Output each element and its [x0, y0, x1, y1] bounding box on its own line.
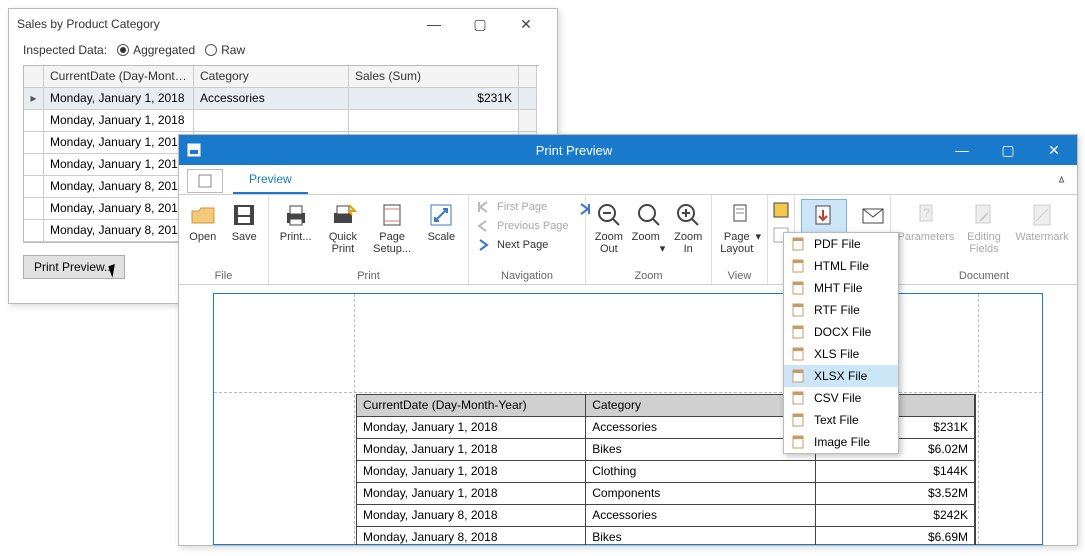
scroll-head	[519, 66, 537, 88]
next-page-button[interactable]: Next Page	[475, 237, 579, 253]
first-page-button[interactable]: First Page	[475, 199, 579, 215]
close-button[interactable]: ✕	[503, 9, 549, 39]
collapse-ribbon-icon[interactable]: ㅿ	[1056, 171, 1067, 188]
ribbon-app-menu[interactable]	[187, 169, 223, 193]
col-date[interactable]: CurrentDate (Day-Month...	[44, 66, 194, 88]
pv-close-button[interactable]: ✕	[1031, 135, 1077, 165]
maximize-button[interactable]: ▢	[457, 9, 503, 39]
inspected-data-row: Inspected Data: Aggregated Raw	[9, 39, 557, 65]
radio-aggregated[interactable]: Aggregated	[117, 43, 195, 57]
previous-page-button[interactable]: Previous Page	[475, 218, 579, 234]
app-icon	[179, 142, 209, 158]
minimize-button[interactable]: —	[411, 9, 457, 39]
export-menu-item[interactable]: CSV File	[784, 387, 898, 409]
group-print: Print... Quick Print Page Setup... Scale…	[269, 195, 469, 284]
preview-title: Print Preview	[209, 143, 939, 158]
group-zoom: Zoom Out Zoom▾ Zoom In Zoom	[586, 195, 712, 284]
file-icon	[792, 369, 806, 383]
file-icon	[792, 237, 806, 251]
preview-table-row: Monday, January 8, 2018Accessories$242K	[357, 505, 975, 527]
grid-row[interactable]: Monday, January 1, 2018	[24, 110, 539, 132]
export-menu-item[interactable]: XLS File	[784, 343, 898, 365]
ribbon: ㅿ Open Save File Print...	[179, 195, 1077, 285]
group-document: ? Parameters Editing Fields Watermark Do…	[891, 195, 1077, 284]
print-preview-window: Print Preview — ▢ ✕ Preview ㅿ Open Save	[178, 134, 1078, 546]
export-menu-item[interactable]: RTF File	[784, 299, 898, 321]
export-menu-item[interactable]: Text File	[784, 409, 898, 431]
group-file: Open Save File	[179, 195, 269, 284]
pv-maximize-button[interactable]: ▢	[985, 135, 1031, 165]
print-preview-button[interactable]: Print Preview...	[23, 255, 125, 279]
watermark-button[interactable]: Watermark	[1013, 199, 1071, 259]
file-icon	[792, 435, 806, 449]
grid-row[interactable]: ▸Monday, January 1, 2018Accessories$231K	[24, 88, 539, 110]
group-navigation: First Page Previous Page Next Page Navig…	[469, 195, 586, 284]
file-icon	[792, 281, 806, 295]
editing-fields-button[interactable]: Editing Fields	[961, 199, 1007, 259]
parameters-button[interactable]: ? Parameters	[897, 199, 955, 259]
zoom-in-button[interactable]: Zoom In	[671, 199, 705, 259]
export-menu-item[interactable]: Image File	[784, 431, 898, 453]
scale-button[interactable]: Scale	[421, 199, 462, 259]
ribbon-tabs: Preview	[179, 165, 1077, 195]
zoom-button[interactable]: Zoom▾	[632, 199, 666, 259]
grid-header-row: CurrentDate (Day-Month... Category Sales…	[24, 66, 539, 88]
file-icon	[792, 347, 806, 361]
zoom-out-button[interactable]: Zoom Out	[592, 199, 626, 259]
open-button[interactable]: Open	[185, 199, 221, 259]
save-button[interactable]: Save	[227, 199, 263, 259]
sales-title: Sales by Product Category	[17, 17, 411, 31]
last-page-button[interactable]	[577, 201, 593, 220]
preview-table-row: Monday, January 8, 2018Bikes$6.69M	[357, 527, 975, 545]
file-icon	[792, 259, 806, 273]
preview-table-row: Monday, January 1, 2018Clothing$144K	[357, 461, 975, 483]
preview-titlebar: Print Preview — ▢ ✕	[179, 135, 1077, 165]
bg-color-button[interactable]	[772, 201, 790, 222]
sales-titlebar: Sales by Product Category — ▢ ✕	[9, 9, 557, 39]
col-category[interactable]: Category	[194, 66, 349, 88]
radio-raw[interactable]: Raw	[205, 43, 245, 57]
export-menu-item[interactable]: DOCX File	[784, 321, 898, 343]
file-icon	[792, 303, 806, 317]
page-layout-button[interactable]: Page Layout ▾	[718, 199, 761, 259]
print-button[interactable]: Print...	[275, 199, 316, 259]
page: CurrentDate (Day-Month-Year) Category Sa…	[213, 293, 1043, 545]
inspected-label: Inspected Data:	[23, 43, 107, 57]
col-sales[interactable]: Sales (Sum)	[349, 66, 519, 88]
quick-print-button[interactable]: Quick Print	[322, 199, 363, 259]
file-icon	[792, 325, 806, 339]
file-icon	[792, 413, 806, 427]
export-menu-item[interactable]: XLSX File	[784, 365, 898, 387]
export-menu-item[interactable]: PDF File	[784, 233, 898, 255]
preview-table-row: Monday, January 1, 2018Components$3.52M	[357, 483, 975, 505]
pv-minimize-button[interactable]: —	[939, 135, 985, 165]
tab-preview[interactable]: Preview	[233, 166, 308, 194]
file-icon	[792, 391, 806, 405]
group-view: Page Layout ▾ View	[712, 195, 768, 284]
page-setup-button[interactable]: Page Setup...	[370, 199, 415, 259]
export-dropdown: PDF FileHTML FileMHT FileRTF FileDOCX Fi…	[783, 232, 899, 454]
export-menu-item[interactable]: MHT File	[784, 277, 898, 299]
export-menu-item[interactable]: HTML File	[784, 255, 898, 277]
svg-text:?: ?	[923, 206, 930, 220]
document-area[interactable]: CurrentDate (Day-Month-Year) Category Sa…	[179, 285, 1077, 545]
